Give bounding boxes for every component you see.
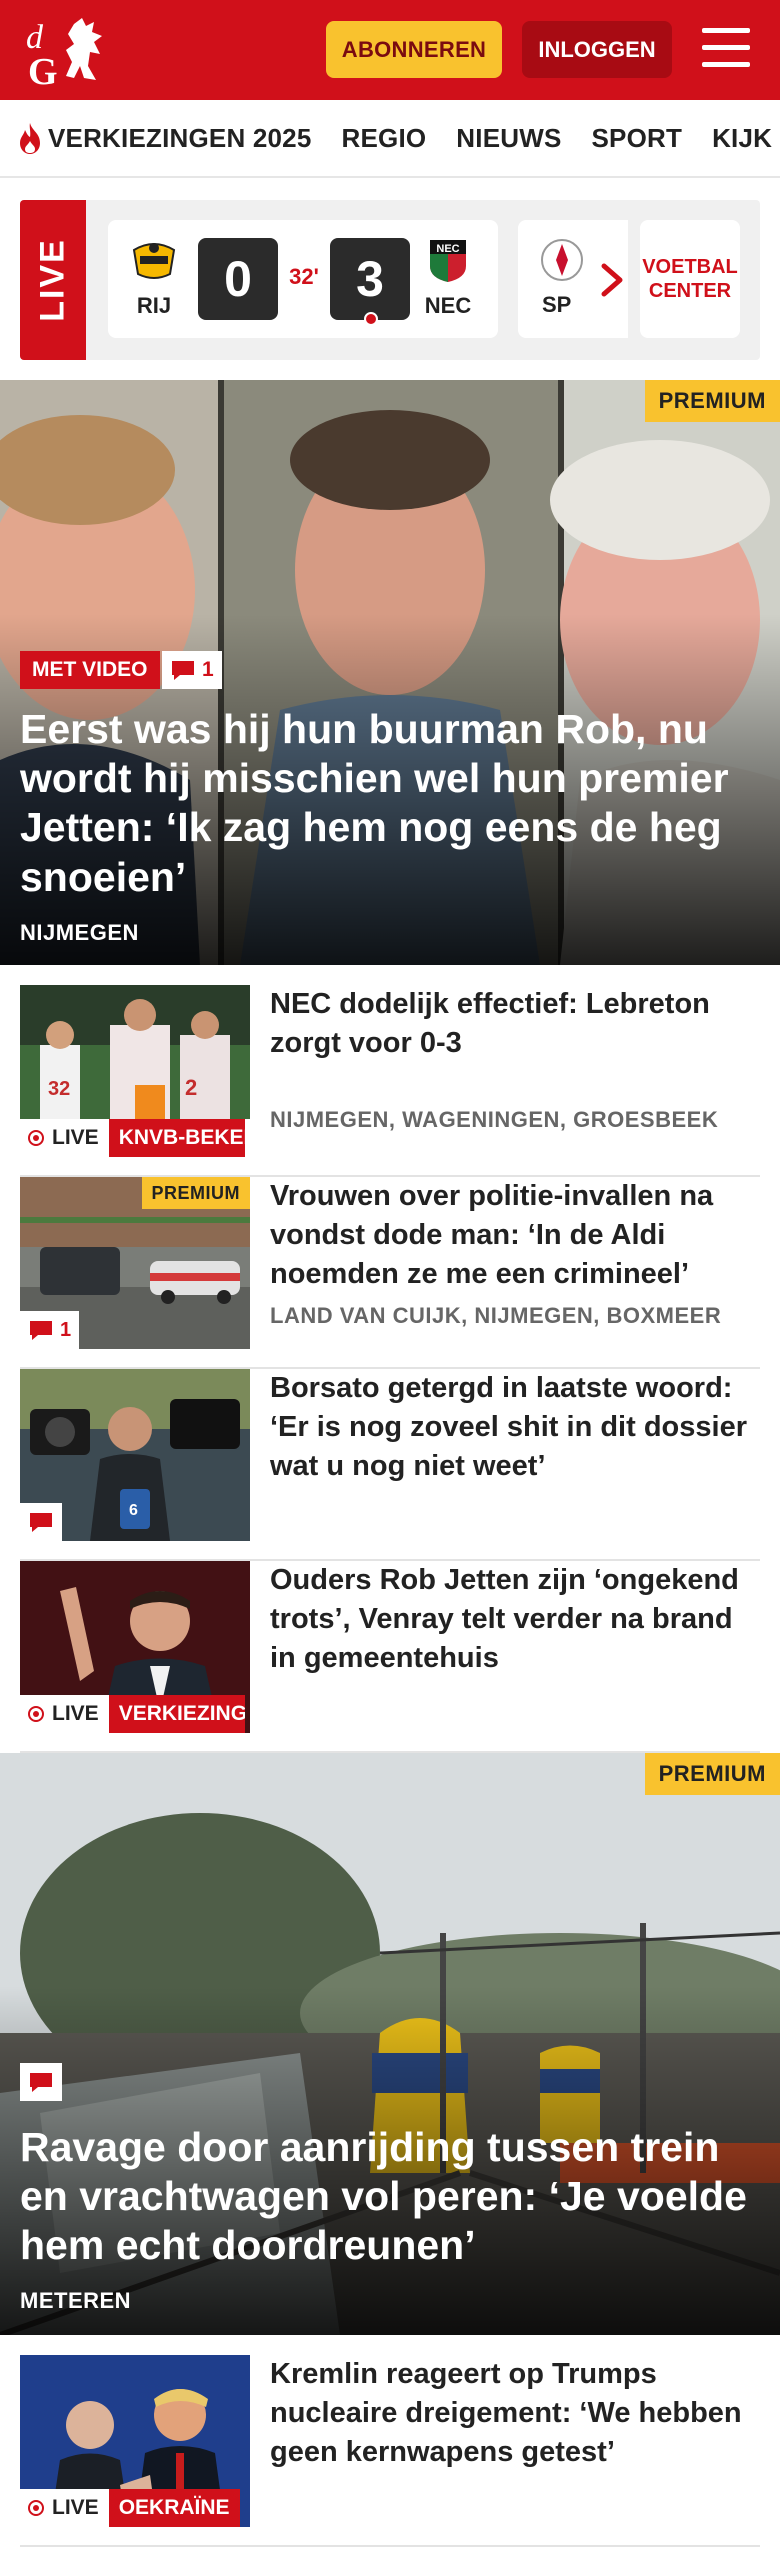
comment-bubble-icon <box>30 2073 52 2092</box>
home-team-name: RIJ <box>136 293 172 318</box>
away-team: NEC NEC <box>418 236 478 319</box>
live-dot-icon <box>28 2500 44 2516</box>
hero-title[interactable]: Ravage door aanrijding tussen trein en v… <box>20 2123 756 2271</box>
live-scores-bar: LIVE RIJ 0 32' 3 NEC NEC SP VOETBAL CENT… <box>20 200 760 360</box>
article-location: LAND VAN CUIJK, NIJMEGEN, BOXMEER <box>270 1303 722 1328</box>
nav-item-nieuws[interactable]: NIEUWS <box>456 123 561 154</box>
live-label: LIVE <box>20 2489 109 2527</box>
article-title[interactable]: NEC dodelijk effectief: Lebreton zorgt v… <box>270 985 760 1063</box>
nav-item-regio[interactable]: REGIO <box>342 123 427 154</box>
comments-badge[interactable] <box>20 2063 62 2101</box>
article-title[interactable]: Vrouwen over politie-invallen na vondst … <box>270 1177 760 1294</box>
comments-count: 1 <box>202 658 214 681</box>
premium-badge: PREMIUM <box>141 1177 250 1209</box>
article-row[interactable]: 6 Borsato getergd in laatste woord: ‘Er … <box>20 1369 760 1561</box>
hero-title[interactable]: Eerst was hij hun buurman Rob, nu wordt … <box>20 705 756 902</box>
top-bar: d G ABONNEREN INLOGGEN <box>0 0 780 100</box>
live-dot-icon <box>28 1706 44 1722</box>
comments-badge[interactable]: 1 <box>20 1311 80 1349</box>
main-navigation: VERKIEZINGEN 2025 REGIO NIEUWS SPORT KIJ… <box>0 100 780 178</box>
article-title[interactable]: Kremlin reageert op Trumps nucleaire dre… <box>270 2355 760 2472</box>
comments-badge[interactable]: 1 <box>162 651 222 689</box>
nav-item-verkiezingen[interactable]: VERKIEZINGEN 2025 <box>16 121 312 155</box>
svg-text:G: G <box>28 51 58 88</box>
article-thumbnail: 32 2 LIVE KNVB-BEKER <box>20 985 250 1157</box>
site-logo[interactable]: d G <box>24 14 116 88</box>
article-thumbnail: PREMIUM 1 <box>20 1177 250 1349</box>
nec-logo-icon: NEC <box>430 240 466 282</box>
comments-count: 1 <box>60 1318 72 1341</box>
article-row[interactable]: 32 2 LIVE KNVB-BEKER NEC dodelijk effect… <box>20 985 760 1177</box>
subscribe-button[interactable]: ABONNEREN <box>326 21 502 78</box>
home-team: RIJ <box>124 236 184 319</box>
svg-text:2: 2 <box>185 1075 197 1100</box>
comment-bubble-icon <box>172 661 194 680</box>
article-row[interactable]: LIVE OEKRAÏNE Kremlin reageert op Trumps… <box>20 2355 760 2547</box>
article-thumbnail: LIVE VERKIEZINGEN <box>20 1561 250 1733</box>
premium-badge: PREMIUM <box>644 1753 780 1795</box>
live-label: LIVE <box>20 1695 109 1733</box>
comment-bubble-icon <box>30 1513 52 1532</box>
article-row[interactable]: LIVE VERKIEZINGEN Ouders Rob Jetten zijn… <box>20 1561 760 1753</box>
category-tag[interactable]: KNVB-BEKER <box>108 1119 245 1157</box>
login-button[interactable]: INLOGGEN <box>522 21 672 78</box>
live-tag-group: LIVE KNVB-BEKER <box>20 1119 250 1157</box>
comment-bubble-icon <box>30 1321 52 1340</box>
live-indicator-dot <box>364 312 378 326</box>
hero-article[interactable]: PREMIUM Ravage door aanrijding tussen tr… <box>0 1753 780 2335</box>
away-team-name: NEC <box>424 293 472 318</box>
live-label: LIVE <box>20 200 86 360</box>
flame-icon <box>20 123 40 154</box>
hero-location: METEREN <box>20 2288 132 2313</box>
rijnsburgse-boys-logo-icon <box>132 243 176 279</box>
nav-item-sport[interactable]: SPORT <box>592 123 683 154</box>
hero-location: NIJMEGEN <box>20 920 139 945</box>
away-score: 3 <box>330 238 410 320</box>
premium-badge: PREMIUM <box>644 380 780 422</box>
article-thumbnail: 6 <box>20 1369 250 1541</box>
nav-item-kijk[interactable]: KIJK <box>712 123 772 154</box>
comments-badge[interactable] <box>20 1503 62 1541</box>
live-dot-icon <box>28 1130 44 1146</box>
svg-text:6: 6 <box>129 1502 138 1519</box>
comments-badge[interactable] <box>244 1119 250 1157</box>
sparta-logo-icon <box>541 239 583 281</box>
match-minute: 32' <box>289 264 319 289</box>
svg-text:NEC: NEC <box>436 243 459 255</box>
live-tag-group: LIVE VERKIEZINGEN <box>20 1695 245 1733</box>
video-badge: MET VIDEO <box>20 651 160 689</box>
category-tag[interactable]: VERKIEZINGEN <box>108 1695 245 1733</box>
article-thumbnail: LIVE OEKRAÏNE <box>20 2355 250 2527</box>
live-tag-group: LIVE OEKRAÏNE <box>20 2489 240 2527</box>
article-title[interactable]: Borsato getergd in laatste woord: ‘Er is… <box>270 1369 760 1486</box>
next-team-name: SP <box>542 292 572 317</box>
article-row[interactable]: PREMIUM 1 Vrouwen over politie-invallen … <box>20 1177 760 1369</box>
chevron-right-icon[interactable] <box>592 260 632 300</box>
article-title[interactable]: Ouders Rob Jetten zijn ‘ongekend trots’,… <box>270 1561 760 1678</box>
match-card[interactable]: RIJ 0 32' 3 NEC NEC <box>108 220 498 338</box>
hero-article[interactable]: PREMIUM MET VIDEO 1 Eerst was hij hun bu… <box>0 380 780 965</box>
live-label: LIVE <box>20 1119 109 1157</box>
home-score: 0 <box>198 238 278 320</box>
article-location: NIJMEGEN, WAGENINGEN, GROESBEEK <box>270 1107 719 1132</box>
football-center-button[interactable]: VOETBAL CENTER <box>640 220 740 338</box>
category-tag[interactable]: OEKRAÏNE <box>108 2489 240 2527</box>
hamburger-menu-icon[interactable] <box>702 28 750 70</box>
nav-item-label: VERKIEZINGEN 2025 <box>48 122 312 153</box>
svg-text:32: 32 <box>48 1078 70 1100</box>
